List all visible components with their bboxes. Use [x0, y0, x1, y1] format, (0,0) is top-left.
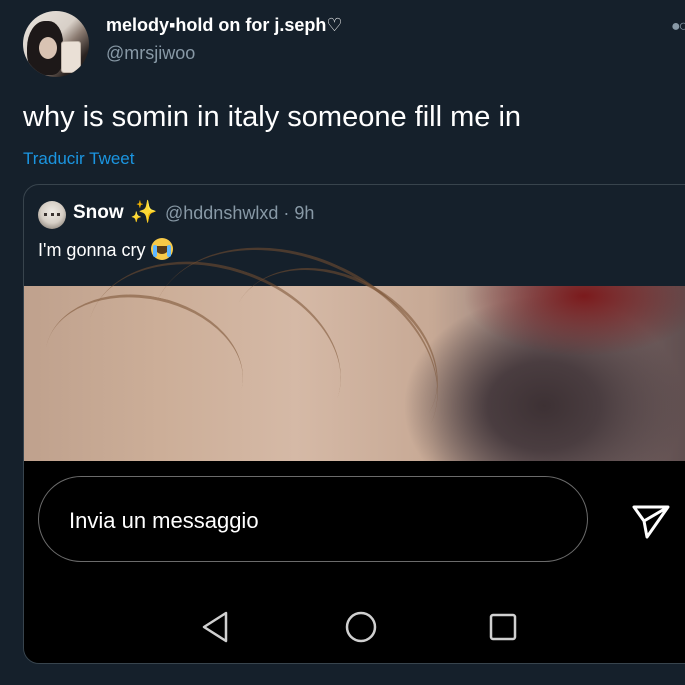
loudly-crying-face-icon — [151, 238, 174, 260]
message-input[interactable]: Invia un messaggio — [38, 476, 588, 562]
tweet-author-handle[interactable]: @mrsjiwoo — [106, 43, 195, 64]
quoted-tweet-text-content: I'm gonna cry — [38, 240, 146, 260]
home-icon[interactable] — [344, 610, 378, 644]
back-icon[interactable] — [200, 610, 230, 644]
message-panel: Invia un messaggio — [24, 461, 685, 663]
sparkles-icon: ✨ — [130, 199, 158, 224]
recents-icon[interactable] — [488, 612, 518, 642]
tweet-author-name[interactable]: melody▪hold on for j.seph♡ — [106, 15, 343, 36]
quoted-tweet-text: I'm gonna cry — [38, 238, 174, 261]
more-options-icon[interactable]: ●○ — [671, 18, 685, 36]
quoted-media-image[interactable] — [24, 204, 685, 521]
tweet-author-avatar[interactable] — [23, 11, 89, 77]
quoted-author-handle-time: @hddnshwlxd · 9h — [165, 203, 315, 223]
message-input-placeholder: Invia un messaggio — [69, 508, 259, 533]
quoted-tweet[interactable]: Snow ✨ @hddnshwlxd · 9h I'm gonna cry In… — [23, 184, 685, 664]
tweet-text: why is somin in italy someone fill me in — [23, 101, 522, 133]
translate-tweet-link[interactable]: Traducir Tweet — [23, 149, 135, 169]
quoted-author-name[interactable]: Snow — [73, 202, 124, 224]
send-icon[interactable] — [631, 501, 671, 541]
quoted-author-avatar[interactable] — [38, 201, 66, 229]
